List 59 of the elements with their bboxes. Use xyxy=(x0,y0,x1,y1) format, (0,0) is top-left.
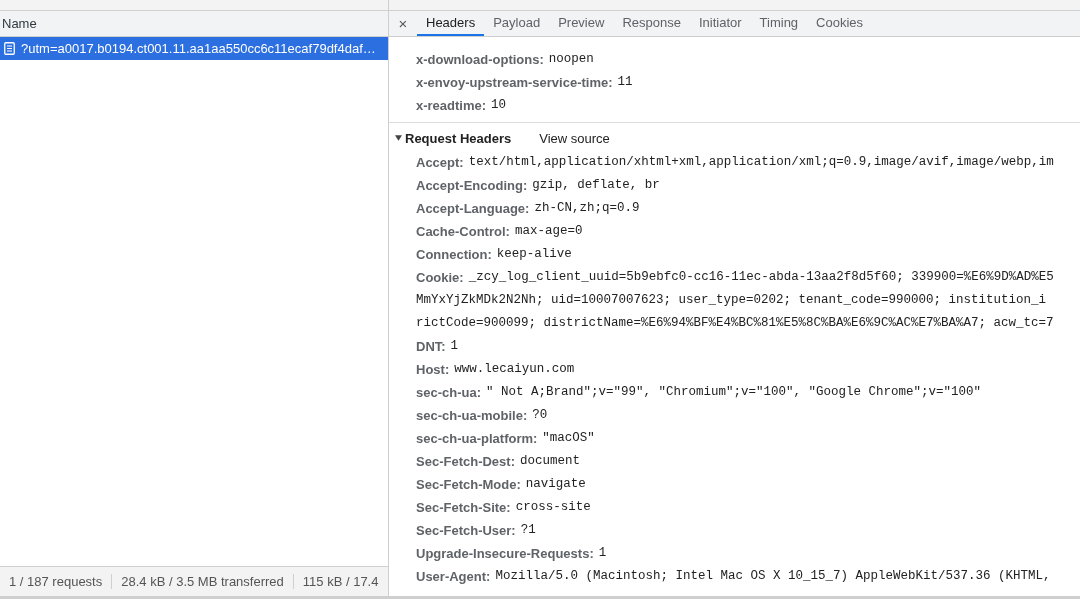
header-name: Sec-Fetch-Dest: xyxy=(416,454,515,469)
header-value: rictCode=900099; districtName=%E6%94%BF%E4%BC%81%E5%8C%BA%E6%9C%AC%E7%BA%A7; acw_tc=7 xyxy=(416,316,1054,330)
header-name: User-Agent: xyxy=(416,569,491,584)
header-value: zh-CN,zh;q=0.9 xyxy=(534,201,640,215)
header-name: sec-ch-ua: xyxy=(416,385,482,400)
status-text: 1 / 187 requests xyxy=(0,574,113,589)
view-source-link[interactable]: View source xyxy=(539,130,610,146)
header-name: x-readtime: xyxy=(416,98,487,113)
tab[interactable]: Initiator xyxy=(689,11,751,36)
header-name: Connection: xyxy=(416,247,492,262)
tab[interactable]: Cookies xyxy=(807,11,873,36)
header-value: 10 xyxy=(491,98,507,112)
header-value: keep-alive xyxy=(496,247,572,261)
status-text: 28.4 kB / 3.5 MB transferred xyxy=(112,574,294,589)
request-row[interactable]: ?utm=a0017.b0194.ct001.11.aa1aa550cc6c11ecaf79df4daf… xyxy=(0,37,388,60)
status-text: 115 kB / 17.4 xyxy=(301,574,380,589)
header-value: text/html,application/xhtml+xml,application/xml;q=0.9,image/avif,image/webp,im xyxy=(468,155,1054,169)
tab[interactable]: Payload xyxy=(484,11,550,36)
tab[interactable]: Response xyxy=(613,11,690,36)
header-value: 1 xyxy=(450,339,459,353)
header-name: Upgrade-Insecure-Requests: xyxy=(416,546,594,561)
header-value: gzip, deflate, br xyxy=(532,178,660,192)
close-button[interactable]: × xyxy=(389,11,417,36)
column-header[interactable]: Name xyxy=(2,16,37,31)
document-icon xyxy=(4,42,15,55)
header-name: DNT: xyxy=(416,339,446,354)
header-name: Accept-Language: xyxy=(416,201,530,216)
header-name: Sec-Fetch-Site: xyxy=(416,500,511,515)
header-value: _zcy_log_client_uuid=5b9ebfc0-cc16-11ec-abda-13aa2f8d5f60; 339900=%E6%9D%AD%E5 xyxy=(468,270,1054,284)
header-value: navigate xyxy=(525,477,586,491)
header-name: sec-ch-ua-platform: xyxy=(416,431,538,446)
header-value: 1 xyxy=(598,546,607,560)
tab[interactable]: Preview xyxy=(549,11,614,36)
tab[interactable]: Timing xyxy=(750,11,808,36)
header-name: x-envoy-upstream-service-time: xyxy=(416,75,613,90)
header-name: Cache-Control: xyxy=(416,224,510,239)
header-value: MmYxYjZkMDk2N2Nh; uid=10007007623; user_type=0202; tenant_code=990000; institution_i xyxy=(416,293,1047,307)
header-name: Accept: xyxy=(416,155,464,170)
header-name: Sec-Fetch-Mode: xyxy=(416,477,521,492)
header-value: 11 xyxy=(617,75,633,89)
header-name: Host: xyxy=(416,362,450,377)
section-toggle[interactable]: Request Headers xyxy=(395,130,512,146)
header-value: noopen xyxy=(548,52,594,66)
header-name: Sec-Fetch-User: xyxy=(416,523,516,538)
header-value: "macOS" xyxy=(542,431,595,445)
header-name: sec-ch-ua-mobile: xyxy=(416,408,528,423)
header-name: Accept-Encoding: xyxy=(416,178,528,193)
header-value: Mozilla/5.0 (Macintosh; Intel Mac OS X 10_15_7) AppleWebKit/537.36 (KHTML, xyxy=(495,569,1051,583)
header-value: document xyxy=(519,454,580,468)
header-name: Cookie: xyxy=(416,270,464,285)
header-value: ?1 xyxy=(520,523,536,537)
header-value: " Not A;Brand";v="99", "Chromium";v="100", "Google Chrome";v="100" xyxy=(486,385,982,399)
header-value: www.lecaiyun.com xyxy=(454,362,575,376)
header-value: ?0 xyxy=(532,408,548,422)
header-value: cross-site xyxy=(515,500,591,514)
header-value: max-age=0 xyxy=(514,224,583,238)
caret-icon xyxy=(395,135,402,141)
tab[interactable]: Headers xyxy=(417,11,485,36)
header-name: x-download-options: xyxy=(416,52,544,67)
